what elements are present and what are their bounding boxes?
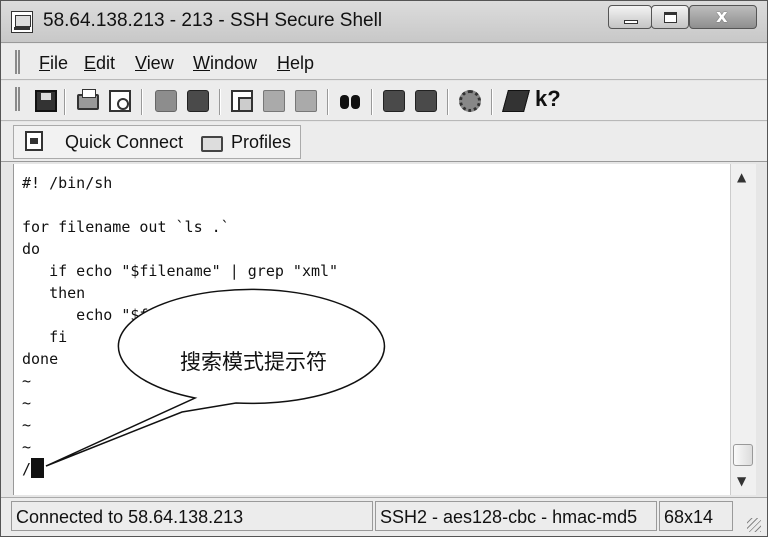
terminal-line: ~ (22, 416, 32, 434)
profiles-button[interactable]: Profiles (231, 132, 291, 153)
copy-icon[interactable] (231, 90, 253, 112)
close-button[interactable]: x (689, 5, 757, 29)
connect-icon[interactable] (187, 90, 209, 112)
terminal-line: ~ (22, 372, 32, 390)
context-help-icon[interactable]: k? (535, 86, 565, 111)
ssh-window: 58.64.138.213 - 213 - SSH Secure Shell x… (0, 0, 768, 537)
title-bar[interactable]: 58.64.138.213 - 213 - SSH Secure Shell x (1, 1, 767, 43)
text-cursor (31, 458, 45, 478)
find-binoculars-icon[interactable] (339, 90, 361, 112)
menu-bar: File Edit View Window Help (1, 44, 767, 80)
callout-label: 搜索模式提示符 (180, 350, 327, 374)
terminal-line: ~ (22, 394, 32, 412)
toolbar-separator (327, 89, 329, 115)
print-preview-icon[interactable] (109, 90, 131, 112)
paste-selection-icon[interactable] (295, 90, 317, 112)
search-prompt-line: / (22, 458, 45, 478)
terminal-line: ~ (22, 438, 32, 456)
menu-view[interactable]: View (135, 53, 174, 74)
terminal-line: then (22, 284, 86, 302)
toolbar-separator (371, 89, 373, 115)
ssh-app-icon[interactable] (11, 11, 33, 33)
menu-help[interactable]: Help (277, 53, 314, 74)
connection-status: Connected to 58.64.138.213 (11, 501, 373, 531)
minimize-button[interactable] (608, 5, 652, 29)
menu-window[interactable]: Window (193, 53, 257, 74)
scrollbar-thumb[interactable] (733, 444, 753, 466)
settings-gear-icon[interactable] (459, 90, 481, 112)
status-bar: Connected to 58.64.138.213 SSH2 - aes128… (1, 497, 767, 536)
scroll-down-arrow-icon[interactable]: ▼ (737, 474, 746, 488)
new-file-transfer-icon[interactable] (415, 90, 437, 112)
terminal-area[interactable]: #! /bin/sh for filename out `ls .` do if… (13, 164, 730, 495)
resize-grip-icon[interactable] (747, 518, 761, 532)
toolbar-separator (447, 89, 449, 115)
window-title: 58.64.138.213 - 213 - SSH Secure Shell (43, 10, 383, 31)
disconnect-icon[interactable] (155, 90, 177, 112)
toolbar: k? (1, 81, 767, 121)
toolbar-separator (64, 89, 66, 115)
menubar-grip-icon[interactable] (15, 50, 20, 74)
toolbar-separator (141, 89, 143, 115)
terminal-line: do (22, 240, 41, 258)
terminal-line: done (22, 350, 59, 368)
help-book-icon[interactable] (502, 90, 530, 112)
close-icon: x (716, 6, 728, 27)
toolbar-separator (219, 89, 221, 115)
print-icon[interactable] (77, 89, 99, 110)
toolbar-separator (491, 89, 493, 115)
new-terminal-icon[interactable] (383, 90, 405, 112)
paste-icon[interactable] (263, 90, 285, 112)
cipher-status: SSH2 - aes128-cbc - hmac-md5 (375, 501, 657, 531)
menu-edit[interactable]: Edit (84, 53, 115, 74)
terminal-size-status: 68x14 (659, 501, 733, 531)
maximize-icon (664, 12, 677, 23)
toolbar-grip-icon[interactable] (15, 87, 20, 111)
terminal-line: #! /bin/sh (22, 174, 113, 192)
search-prompt: / (22, 460, 32, 478)
terminal-line: fi (22, 328, 68, 346)
minimize-icon (624, 20, 638, 24)
quick-connect-button[interactable]: Quick Connect (65, 132, 183, 153)
terminal-line: for filename out `ls .` (22, 218, 230, 236)
maximize-button[interactable] (651, 5, 689, 29)
profiles-folder-icon[interactable] (201, 136, 223, 152)
quick-connect-icon[interactable] (25, 131, 43, 151)
scroll-up-arrow-icon[interactable]: ▲ (737, 170, 746, 184)
quick-connect-bar: Quick Connect Profiles (1, 122, 767, 162)
menu-file[interactable]: File (39, 53, 68, 74)
save-icon[interactable] (35, 90, 57, 112)
terminal-line: if echo "$filename" | grep "xml" (22, 262, 339, 280)
terminal-line: echo "$fil (22, 306, 167, 324)
vertical-scrollbar[interactable]: ▲ ▼ (730, 164, 756, 495)
